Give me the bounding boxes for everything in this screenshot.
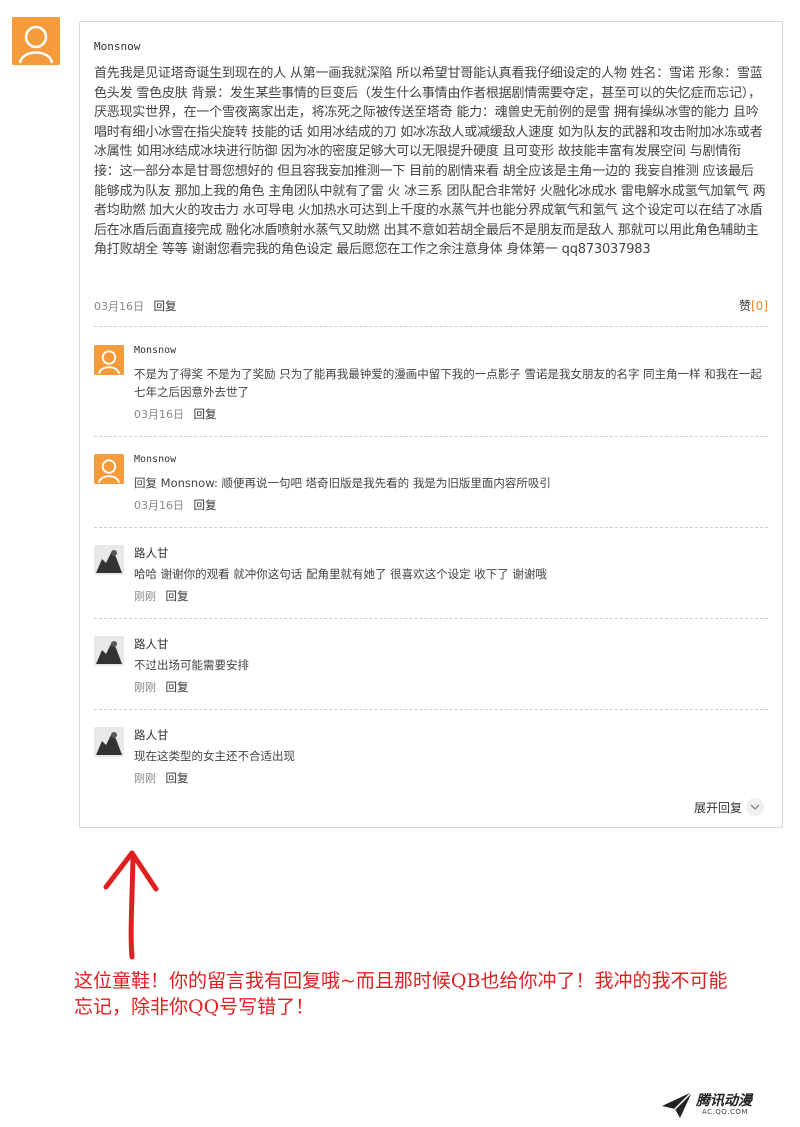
comment-meta: 03月16日 回复: [94, 298, 177, 314]
chevron-down-icon: [746, 798, 764, 816]
reply-item: Monsnow 回复 Monsnow: 顺便再说一句吧 塔奇旧版是我先看的 我是…: [94, 454, 768, 549]
reply-button[interactable]: 回复: [166, 771, 189, 785]
reply-date: 03月16日: [134, 499, 184, 512]
like-button[interactable]: 赞[0]: [739, 297, 768, 314]
expand-replies-button[interactable]: 展开回复: [694, 798, 764, 816]
logo-brand: 腾讯动漫: [696, 1093, 752, 1109]
user-photo-icon: [94, 727, 124, 757]
reply-date: 03月16日: [134, 408, 184, 421]
reply-item: 路人甘 哈哈 谢谢你的观看 就冲你这句话 配角里就有她了 很喜欢这个设定 收下了…: [94, 545, 768, 640]
avatar[interactable]: [12, 17, 60, 65]
like-label: 赞: [738, 299, 751, 313]
comment-username[interactable]: Monsnow: [94, 40, 140, 53]
reply-button[interactable]: 回复: [166, 680, 189, 694]
reply-date: 刚刚: [134, 590, 156, 603]
comment-card: Monsnow 首先我是见证塔奇诞生到现在的人 从第一画我就深陷 所以希望甘哥能…: [79, 21, 783, 828]
avatar[interactable]: [94, 454, 124, 484]
reply-username[interactable]: 路人甘: [134, 636, 169, 652]
reply-item: Monsnow 不是为了得奖 不是为了奖励 只为了能再我最钟爱的漫画中留下我的一…: [94, 345, 768, 455]
reply-button[interactable]: 回复: [166, 589, 189, 603]
reply-meta: 03月16日 回复: [134, 497, 217, 513]
reply-meta: 刚刚 回复: [134, 588, 189, 604]
comment-date: 03月16日: [94, 300, 144, 313]
like-count: [0]: [751, 299, 768, 313]
default-avatar-icon: [94, 345, 124, 375]
reply-text: 回复 Monsnow: 顺便再说一句吧 塔奇旧版是我先看的 我是为旧版里面内容所…: [134, 476, 551, 490]
avatar[interactable]: [94, 545, 124, 575]
divider: [94, 436, 768, 437]
comment-text: 首先我是见证塔奇诞生到现在的人 从第一画我就深陷 所以希望甘哥能认真看我仔细设定…: [94, 66, 766, 258]
reply-text: 现在这类型的女主还不合适出现: [134, 749, 295, 763]
user-photo-icon: [94, 545, 124, 575]
reply-text: 不过出场可能需要安排: [134, 658, 249, 672]
default-avatar-icon: [94, 454, 124, 484]
avatar[interactable]: [94, 345, 124, 375]
reply-date: 刚刚: [134, 681, 156, 694]
reply-text: 哈哈 谢谢你的观看 就冲你这句话 配角里就有她了 很喜欢这个设定 收下了 谢谢哦: [134, 567, 547, 581]
reply-item: 路人甘 现在这类型的女主还不合适出现 刚刚 回复: [94, 727, 768, 797]
reply-meta: 刚刚 回复: [134, 679, 189, 695]
reply-text: 不是为了得奖 不是为了奖励 只为了能再我最钟爱的漫画中留下我的一点影子 雪诺是我…: [134, 367, 762, 399]
reply-username[interactable]: 路人甘: [134, 727, 169, 743]
reply-button[interactable]: 回复: [194, 498, 217, 512]
reply-meta: 03月16日 回复: [134, 406, 217, 422]
expand-replies-label: 展开回复: [693, 800, 742, 815]
logo-subtitle: AC.QQ.COM: [702, 1108, 748, 1116]
paper-plane-icon: [662, 1091, 693, 1118]
divider: [94, 618, 768, 619]
divider: [94, 527, 768, 528]
reply-date: 刚刚: [134, 772, 156, 785]
reply-username[interactable]: 路人甘: [134, 545, 169, 561]
tencent-comic-logo: 腾讯动漫 AC.QQ.COM: [660, 1090, 775, 1120]
red-arrow-icon: [103, 850, 159, 960]
divider: [94, 326, 768, 327]
reply-item: 路人甘 不过出场可能需要安排 刚刚 回复: [94, 636, 768, 731]
reply-button[interactable]: 回复: [194, 407, 217, 421]
reply-username[interactable]: Monsnow: [134, 345, 176, 356]
annotation-text: 这位童鞋！你的留言我有回复哦~而且那时候QB也给你冲了！我冲的我不可能忘记，除非…: [74, 970, 728, 1018]
reply-button[interactable]: 回复: [154, 299, 177, 313]
reply-meta: 刚刚 回复: [134, 770, 189, 786]
divider: [94, 709, 768, 710]
avatar[interactable]: [94, 636, 124, 666]
avatar[interactable]: [94, 727, 124, 757]
reply-username[interactable]: Monsnow: [134, 454, 176, 465]
default-avatar-icon: [12, 17, 60, 65]
user-photo-icon: [94, 636, 124, 666]
